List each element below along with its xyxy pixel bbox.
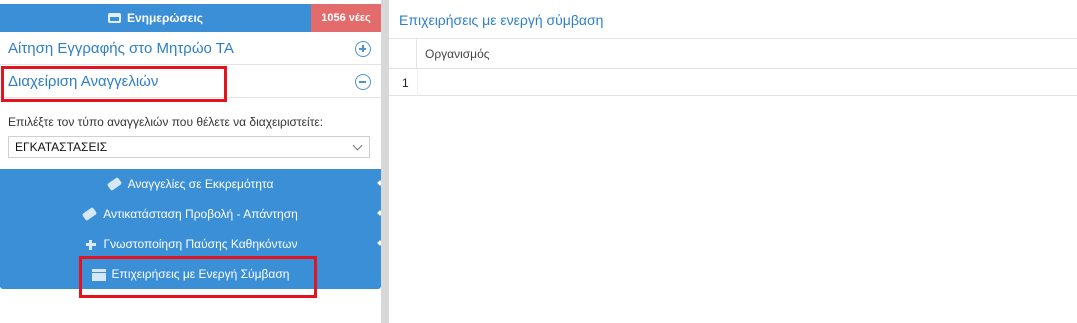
chevron-down-icon: [352, 140, 363, 151]
notifications-bar: Ενημερώσεις 1056 νέες: [0, 4, 381, 32]
announcement-type-value: ΕΓΚΑΤΑΣΤΑΣΕΙΣ: [15, 140, 108, 154]
inbox-icon: [107, 13, 121, 23]
announcement-type-select[interactable]: ΕΓΚΑΤΑΣΤΑΣΕΙΣ: [8, 136, 370, 158]
page-title: Επιχειρήσεις με ενεργή σύμβαση: [399, 12, 604, 28]
panel-divider[interactable]: [381, 0, 389, 323]
row-number-separator: [417, 69, 418, 96]
menu-item-replacement-label: Αντικατάσταση Προβολή - Απάντηση: [103, 207, 298, 221]
app-window: Ενημερώσεις 1056 νέες Αίτηση Εγγραφής στ…: [0, 0, 1077, 323]
menu-item-pending[interactable]: Αναγγελίες σε Εκκρεμότητα: [0, 169, 383, 199]
notifications-label: Ενημερώσεις: [126, 11, 204, 25]
row-number-header: [389, 39, 417, 69]
tag-icon: [82, 206, 98, 222]
column-header-organization[interactable]: Οργανισμός: [425, 47, 490, 61]
main-panel: Επιχειρήσεις με ενεργή σύμβαση Οργανισμό…: [389, 0, 1077, 323]
notifications-count-badge[interactable]: 1056 νέες: [311, 4, 381, 32]
tag-icon: [106, 176, 122, 192]
announcement-type-label: Επιλέξτε τον τύπο αναγγελιών που θέλετε …: [8, 115, 324, 129]
minus-circle-icon[interactable]: [355, 74, 371, 90]
accordion-registration[interactable]: Αίτηση Εγγραφής στο Μητρώο ΤΑ: [0, 33, 381, 65]
table-header: Οργανισμός: [389, 39, 1077, 69]
table-row[interactable]: 1: [389, 69, 1077, 96]
accordion-registration-label: Αίτηση Εγγραφής στο Μητρώο ΤΑ: [8, 40, 234, 57]
menu-item-termination[interactable]: Γνωστοποίηση Παύσης Καθηκόντων: [0, 229, 383, 259]
highlight-box-announcements: [1, 66, 227, 102]
notifications-button[interactable]: Ενημερώσεις: [0, 4, 311, 32]
plus-icon: [84, 237, 98, 251]
row-number: 1: [402, 76, 409, 90]
menu-item-termination-label: Γνωστοποίηση Παύσης Καθηκόντων: [103, 237, 298, 251]
menu-item-pending-label: Αναγγελίες σε Εκκρεμότητα: [127, 177, 274, 191]
plus-circle-icon[interactable]: [355, 41, 371, 57]
highlight-box-active-contracts: [79, 256, 317, 298]
menu-item-replacement[interactable]: Αντικατάσταση Προβολή - Απάντηση: [0, 199, 383, 229]
